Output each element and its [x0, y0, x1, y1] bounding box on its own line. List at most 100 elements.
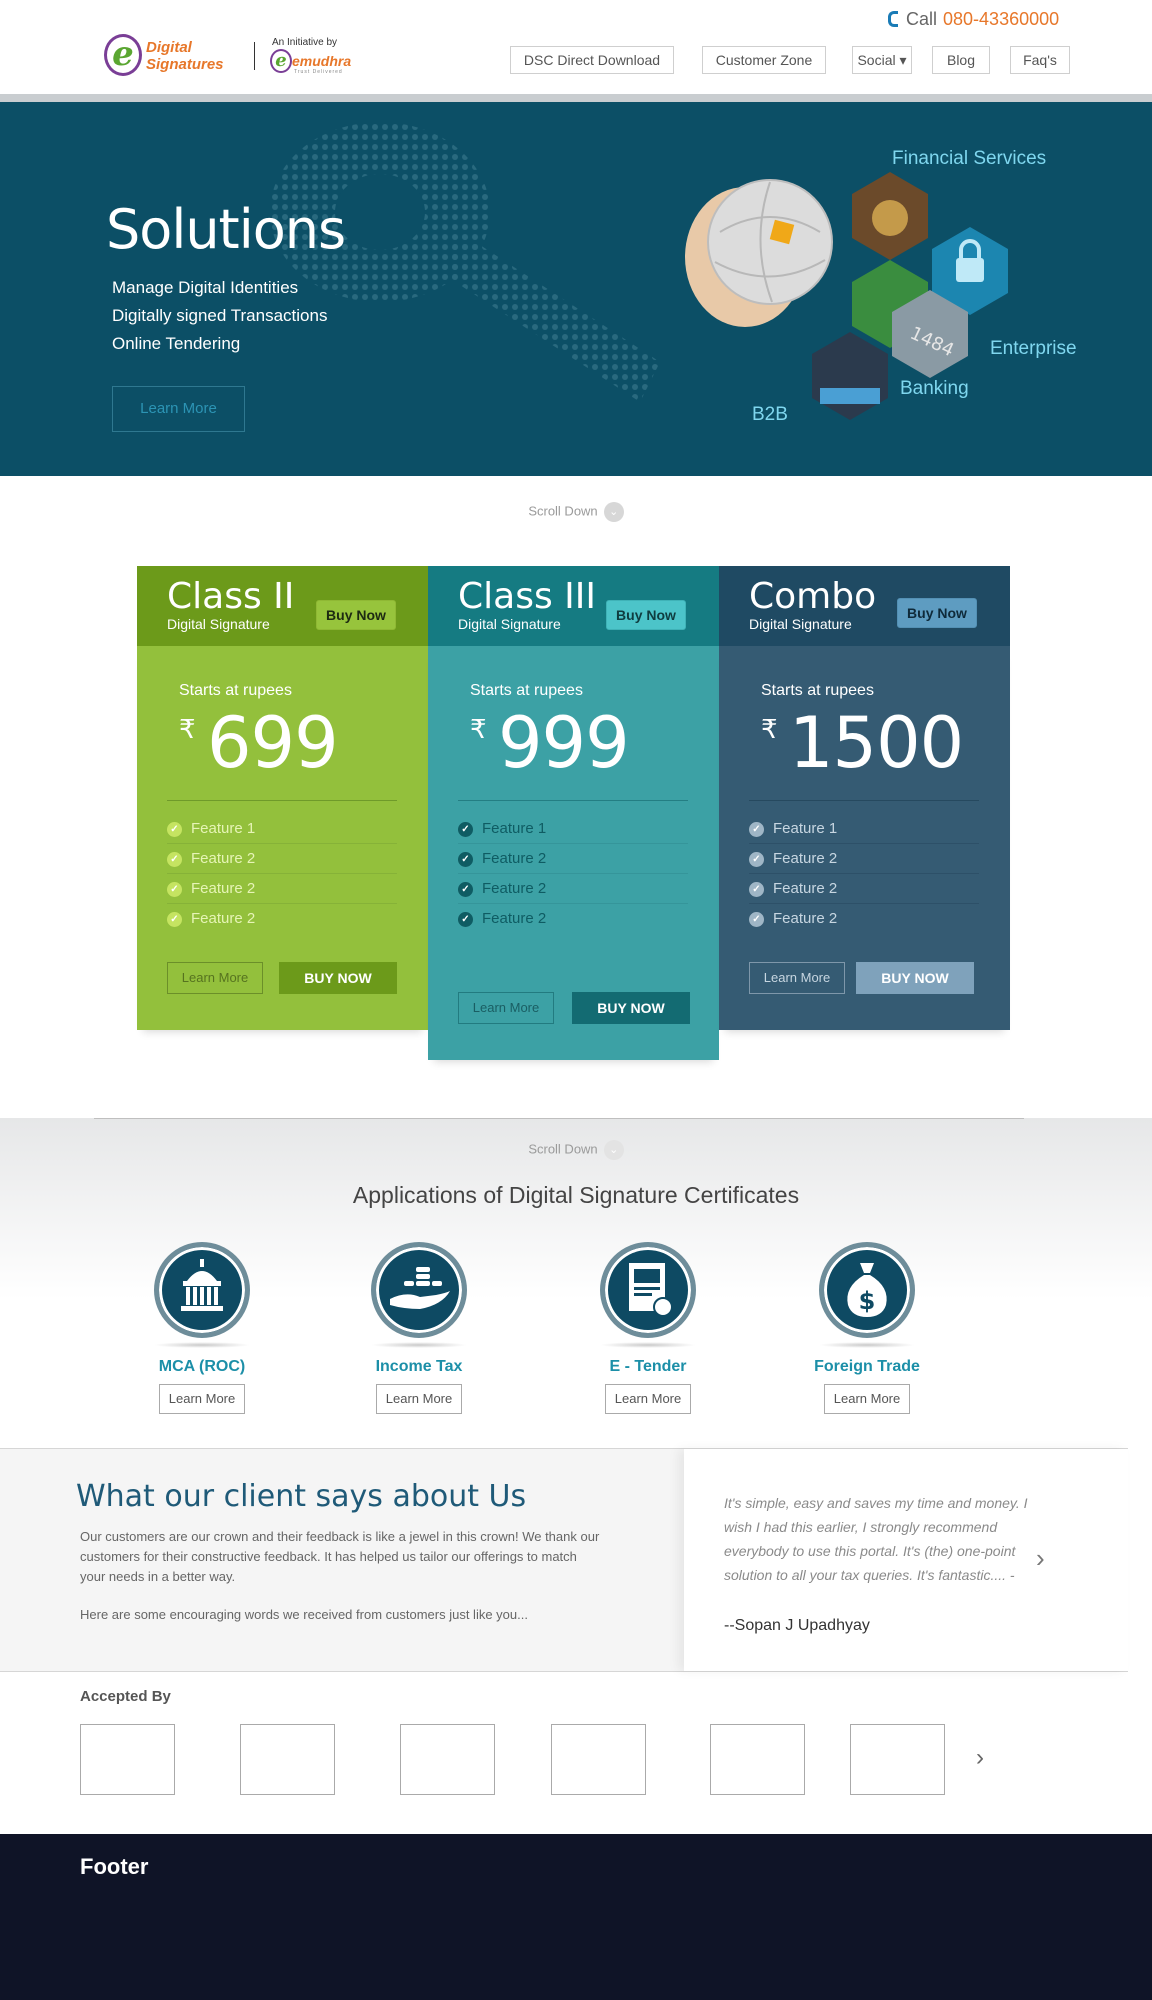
application-income-tax: Income Tax Learn More [354, 1242, 484, 1414]
nav-blog[interactable]: Blog [932, 46, 990, 74]
accepted-logo-slot [551, 1724, 646, 1795]
header-divider-bar [0, 94, 1152, 102]
nav-social-dropdown[interactable]: Social ▾ [852, 46, 912, 74]
feature-item: ✓ Feature 1 [749, 814, 979, 844]
plan-price: 1500 [789, 702, 964, 784]
accepted-by-title: Accepted By [80, 1688, 171, 1705]
plan-subtitle: Digital Signature [167, 616, 270, 632]
starts-at-label: Starts at rupees [179, 682, 292, 699]
scroll-down-indicator[interactable]: Scroll Down ⌄ [0, 502, 1152, 522]
call-info: Call 080-43360000 [888, 9, 1059, 30]
hero-solution-list: Manage Digital Identities Digitally sign… [112, 274, 327, 358]
check-icon: ✓ [167, 852, 182, 867]
check-icon: ✓ [749, 822, 764, 837]
plan-price: 999 [498, 702, 630, 784]
buy-now-button[interactable]: BUY NOW [856, 962, 974, 994]
application-label[interactable]: MCA (ROC) [137, 1358, 267, 1376]
plan-body: Starts at rupees ₹ 1500 ✓ Feature 1 ✓ Feat… [719, 646, 1010, 1030]
rupee-icon: ₹ [179, 714, 196, 744]
accepted-logo-slot [710, 1724, 805, 1795]
plan-body: Starts at rupees ₹ 699 ✓ Feature 1 ✓ Featu… [137, 646, 428, 1030]
testimonial-quote: It's simple, easy and saves my time and … [724, 1495, 1028, 1583]
hero-item: Manage Digital Identities [112, 278, 299, 297]
feature-item: ✓ Feature 2 [458, 904, 688, 934]
nav-customer-zone[interactable]: Customer Zone [702, 46, 826, 74]
buy-now-button-top[interactable]: Buy Now [316, 600, 396, 630]
learn-more-button[interactable]: Learn More [605, 1384, 691, 1414]
svg-text:$: $ [859, 1287, 876, 1315]
testimonial-intro: Our customers are our crown and their fe… [80, 1529, 600, 1584]
digital-signatures-logo[interactable]: e Digital Signatures An Initiative by e … [104, 34, 364, 78]
testimonial-quote-panel: It's simple, easy and saves my time and … [684, 1449, 1128, 1671]
scroll-down-label: Scroll Down [528, 503, 598, 519]
plan-header: Class II Digital Signature Buy Now [137, 566, 428, 654]
accepted-logo-slot [80, 1724, 175, 1795]
check-icon: ✓ [749, 912, 764, 927]
hand-coins-icon [371, 1242, 467, 1338]
nav-dsc-direct-download[interactable]: DSC Direct Download [510, 46, 674, 74]
learn-more-button[interactable]: Learn More [824, 1384, 910, 1414]
accepted-logo-slot [850, 1724, 945, 1795]
application-label[interactable]: Income Tax [354, 1358, 484, 1376]
learn-more-button[interactable]: Learn More [167, 962, 263, 994]
check-icon: ✓ [458, 912, 473, 927]
logo-line1: Digital [146, 39, 192, 56]
feature-item: ✓ Feature 2 [749, 844, 979, 874]
chevron-right-icon[interactable]: › [1036, 1543, 1045, 1574]
learn-more-button[interactable]: Learn More [376, 1384, 462, 1414]
phone-number[interactable]: 080-43360000 [943, 9, 1059, 29]
certificate-document-icon [600, 1242, 696, 1338]
plan-header: Class III Digital Signature Buy Now [428, 566, 719, 654]
buy-now-button-top[interactable]: Buy Now [606, 600, 686, 630]
check-icon: ✓ [749, 882, 764, 897]
plan-subtitle: Digital Signature [749, 616, 852, 632]
e-logo-icon: e [104, 34, 142, 76]
call-label: Call [906, 9, 938, 29]
feature-item: ✓ Feature 2 [167, 844, 397, 874]
feature-item: ✓ Feature 2 [167, 874, 397, 904]
emudhra-name: emudhra [292, 53, 352, 69]
solutions-hexagon-graphic: 1484 [685, 172, 1008, 420]
feature-item: ✓ Feature 2 [167, 904, 397, 934]
section-divider [94, 1118, 1024, 1119]
money-bag-icon: $ [819, 1242, 915, 1338]
learn-more-button[interactable]: Learn More [159, 1384, 245, 1414]
learn-more-button[interactable]: Learn More [458, 992, 554, 1024]
check-icon: ✓ [167, 912, 182, 927]
government-building-icon [154, 1242, 250, 1338]
check-icon: ✓ [458, 852, 473, 867]
check-icon: ✓ [749, 852, 764, 867]
scroll-down-indicator[interactable]: Scroll Down ⌄ [0, 1140, 1152, 1160]
testimonial-section: What our client says about Us Our custom… [0, 1448, 1128, 1672]
buy-now-button-top[interactable]: Buy Now [897, 598, 977, 628]
buy-now-button[interactable]: BUY NOW [279, 962, 397, 994]
testimonial-title: What our client says about Us [76, 1479, 527, 1514]
buy-now-button[interactable]: BUY NOW [572, 992, 690, 1024]
check-icon: ✓ [458, 882, 473, 897]
plan-name: Class III [458, 576, 597, 617]
price-divider [458, 800, 688, 801]
application-label[interactable]: Foreign Trade [802, 1358, 932, 1376]
application-foreign-trade: $ Foreign Trade Learn More [802, 1242, 932, 1414]
price-divider [167, 800, 397, 801]
nav-faqs[interactable]: Faq's [1010, 46, 1070, 74]
emudhra-logo: e emudhra Trust Delivered [270, 49, 360, 75]
accepted-logo-slot [240, 1724, 335, 1795]
accepted-logo-slot [400, 1724, 495, 1795]
feature-item: ✓ Feature 2 [458, 844, 688, 874]
chevron-down-icon: ⌄ [603, 502, 624, 522]
logo-line2: Signatures [146, 56, 224, 73]
check-icon: ✓ [167, 822, 182, 837]
application-label[interactable]: E - Tender [583, 1358, 713, 1376]
plan-header: Combo Digital Signature Buy Now [719, 566, 1010, 654]
rupee-icon: ₹ [470, 714, 487, 744]
logo-separator [254, 42, 255, 70]
plan-name: Class II [167, 576, 295, 617]
hero-learn-more-button[interactable]: Learn More [112, 386, 245, 432]
footer-title: Footer [80, 1854, 149, 1879]
applications-title: Applications of Digital Signature Certif… [352, 1182, 800, 1208]
chevron-right-icon[interactable]: › [976, 1744, 984, 1772]
testimonial-author: --Sopan J Upadhyay [724, 1617, 870, 1634]
learn-more-button[interactable]: Learn More [749, 962, 845, 994]
feature-item: ✓ Feature 2 [749, 874, 979, 904]
